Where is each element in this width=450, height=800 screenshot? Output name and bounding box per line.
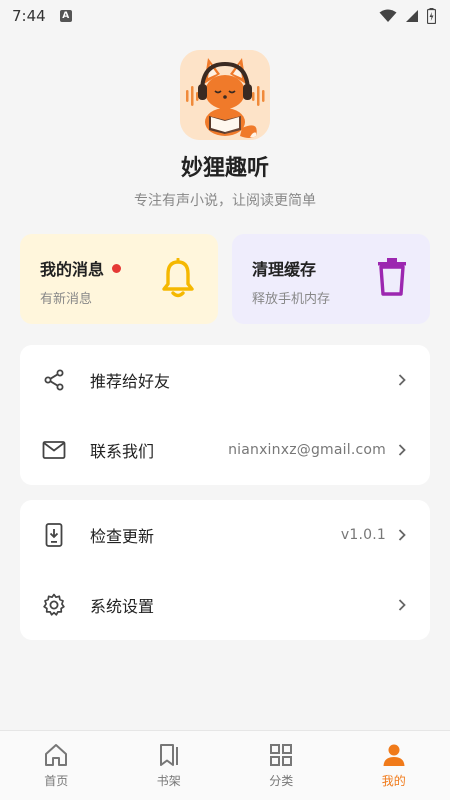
gear-icon <box>42 593 66 617</box>
app-slogan: 专注有声小说，让阅读更简单 <box>134 193 316 209</box>
chevron-right-icon <box>398 528 408 542</box>
menu-group-update-settings: 检查更新 v1.0.1 系统设置 <box>20 500 430 640</box>
tab-mine[interactable]: 我的 <box>338 731 450 800</box>
chevron-right-icon <box>398 373 408 387</box>
signal-icon <box>406 10 418 22</box>
status-left: 7:44 A <box>12 7 72 25</box>
mail-icon <box>42 438 66 462</box>
bookmark-icon <box>159 744 178 766</box>
phone-download-icon <box>42 523 66 547</box>
unread-dot <box>112 263 122 273</box>
status-time: 7:44 <box>12 7 46 25</box>
share-label: 推荐给好友 <box>90 372 171 391</box>
app-name: 妙狸趣听 <box>180 156 269 181</box>
share-row[interactable]: 推荐给好友 <box>20 345 430 415</box>
fox-logo-icon <box>180 50 270 140</box>
status-right <box>379 8 436 24</box>
menu-group-share-contact: 推荐给好友 联系我们 nianxinxz@gmail.com <box>20 345 430 485</box>
status-bar: 7:44 A <box>0 0 450 32</box>
tab-category-label: 分类 <box>269 774 294 788</box>
my-messages-card[interactable]: 我的消息 有新消息 <box>20 234 218 324</box>
check-update-row[interactable]: 检查更新 v1.0.1 <box>20 500 430 570</box>
tab-mine-label: 我的 <box>381 774 406 788</box>
settings-label: 系统设置 <box>90 597 155 616</box>
notification-icon: A <box>59 10 72 22</box>
trash-icon <box>378 258 406 296</box>
tab-home-label: 首页 <box>44 774 69 788</box>
share-icon <box>42 368 66 392</box>
bell-icon <box>162 258 194 298</box>
contact-label: 联系我们 <box>90 442 155 461</box>
contact-email: nianxinxz@gmail.com <box>228 442 386 458</box>
battery-icon <box>427 8 436 24</box>
clear-cache-card[interactable]: 清理缓存 释放手机内存 <box>232 234 430 324</box>
grid-icon <box>270 744 293 766</box>
wifi-icon <box>379 9 397 22</box>
version-text: v1.0.1 <box>340 527 386 543</box>
tab-category[interactable]: 分类 <box>225 731 338 800</box>
app-logo <box>180 50 270 140</box>
person-icon <box>383 744 405 766</box>
settings-row[interactable]: 系统设置 <box>20 570 430 640</box>
bottom-tab-bar: 首页 书架 分类 我的 <box>0 730 450 800</box>
tab-bookshelf[interactable]: 书架 <box>113 731 226 800</box>
chevron-right-icon <box>398 598 408 612</box>
tab-bookshelf-label: 书架 <box>156 774 181 788</box>
contact-row[interactable]: 联系我们 nianxinxz@gmail.com <box>20 415 430 485</box>
tab-home[interactable]: 首页 <box>0 731 113 800</box>
chevron-right-icon <box>398 443 408 457</box>
check-update-label: 检查更新 <box>90 527 155 546</box>
my-messages-title: 我的消息 <box>40 260 105 279</box>
home-icon <box>45 744 68 766</box>
